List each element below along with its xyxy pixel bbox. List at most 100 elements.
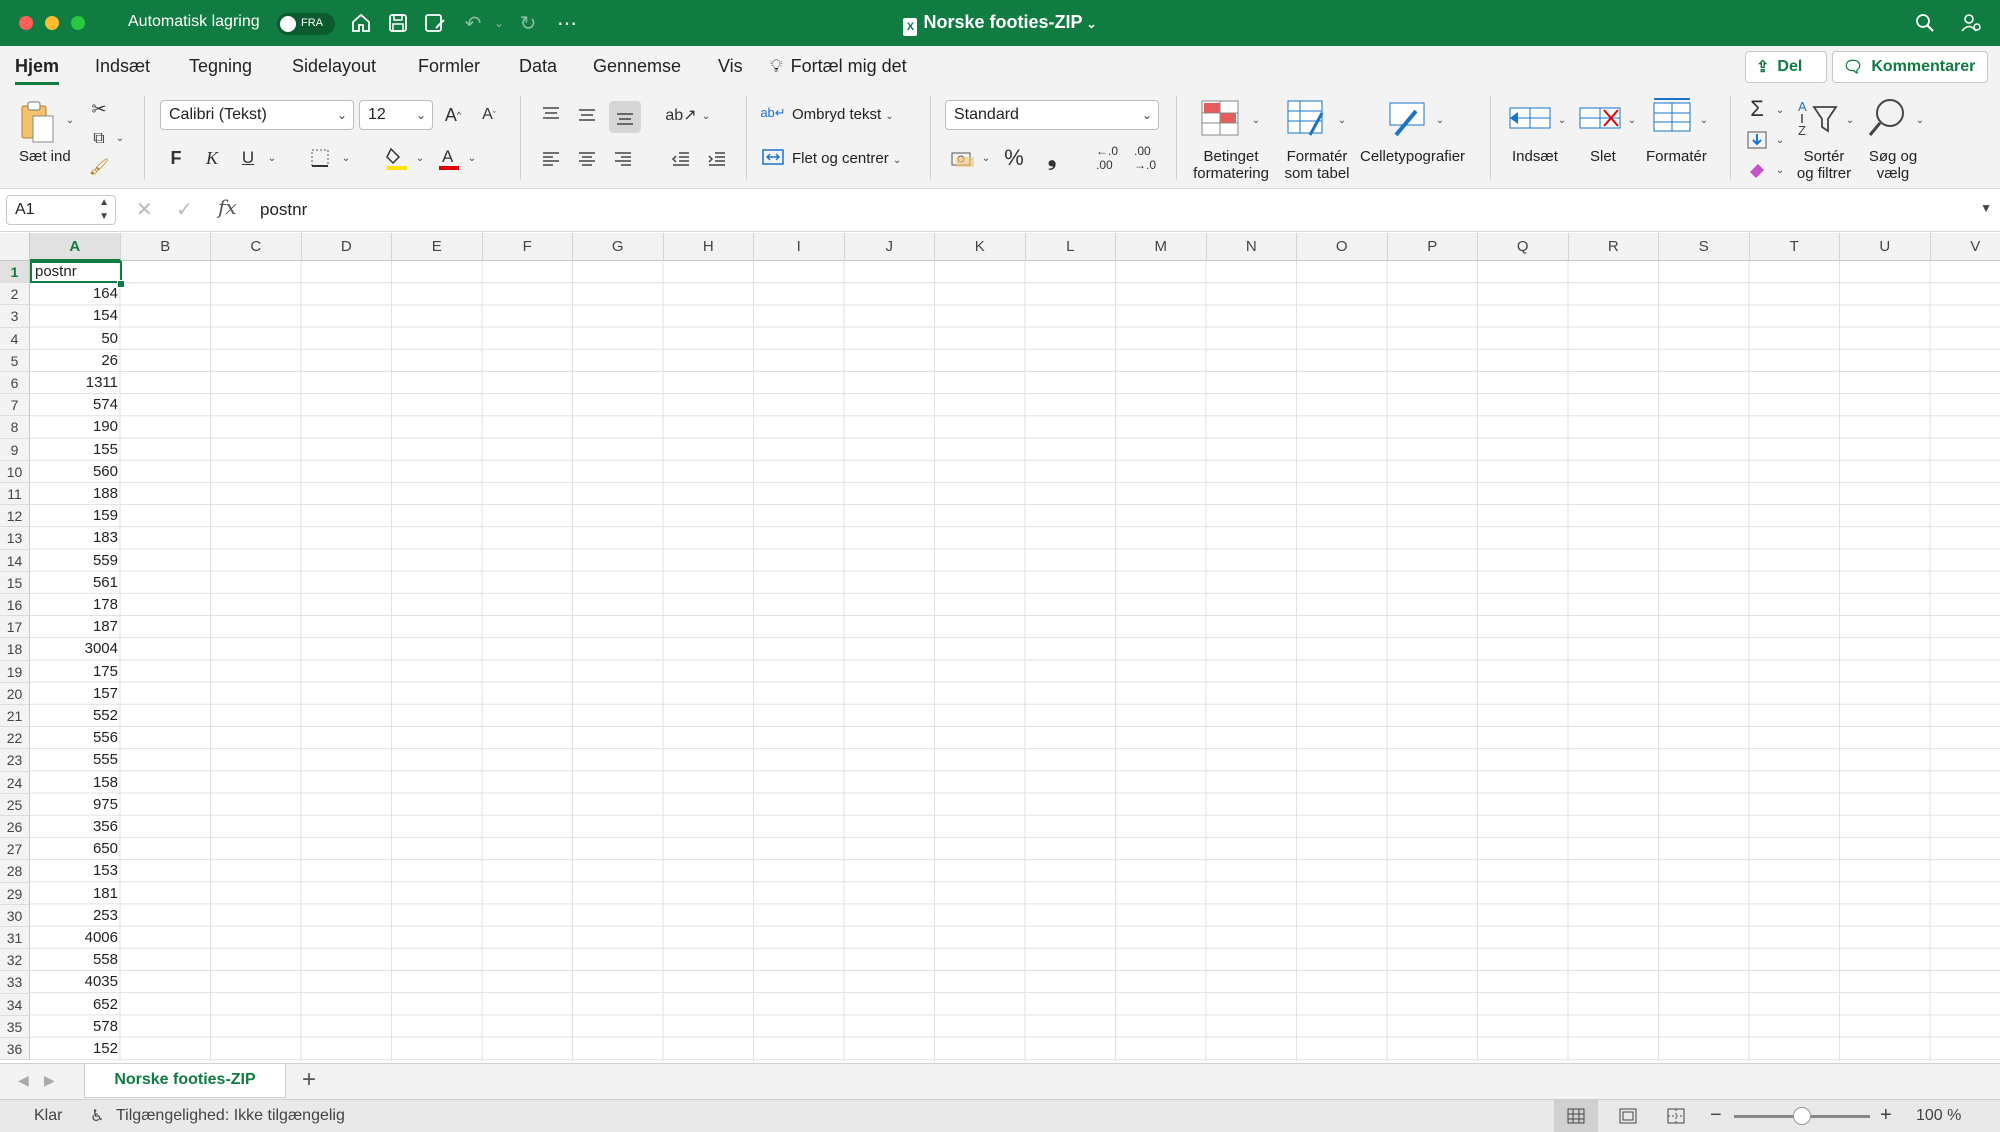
align-right-icon[interactable]: [610, 146, 636, 172]
clear-icon[interactable]: [1744, 158, 1770, 182]
zoom-slider-thumb[interactable]: [1793, 1107, 1811, 1125]
delete-cells-icon[interactable]: [1578, 98, 1622, 138]
bold-button[interactable]: F: [164, 146, 188, 170]
decrease-decimal-icon[interactable]: .00→.0: [1130, 144, 1160, 172]
sort-filter-chevron-icon[interactable]: ⌄: [1844, 114, 1856, 126]
delete-cells-chevron-icon[interactable]: ⌄: [1626, 114, 1638, 126]
minimize-window-button[interactable]: [45, 16, 59, 30]
cell-a11[interactable]: 188: [30, 483, 122, 505]
comments-button[interactable]: 🗨︎Kommentarer: [1832, 51, 1988, 83]
column-header-q[interactable]: Q: [1478, 233, 1569, 261]
row-header-34[interactable]: 34: [0, 994, 30, 1016]
column-header-a[interactable]: A: [30, 233, 121, 261]
row-header-23[interactable]: 23: [0, 749, 30, 771]
column-header-d[interactable]: D: [302, 233, 393, 261]
undo-chevron-icon[interactable]: ⌄: [486, 10, 512, 36]
cell-a24[interactable]: 158: [30, 772, 122, 794]
cell-a10[interactable]: 560: [30, 461, 122, 483]
row-header-35[interactable]: 35: [0, 1016, 30, 1038]
font-color-chevron-icon[interactable]: ⌄: [466, 152, 478, 164]
add-sheet-icon[interactable]: +: [302, 1066, 316, 1094]
format-cells-label[interactable]: Formatér: [1646, 148, 1707, 165]
row-header-30[interactable]: 30: [0, 905, 30, 927]
cell-a28[interactable]: 153: [30, 860, 122, 882]
cell-a7[interactable]: 574: [30, 394, 122, 416]
save-icon[interactable]: [385, 10, 411, 36]
row-header-21[interactable]: 21: [0, 705, 30, 727]
align-center-icon[interactable]: [574, 146, 600, 172]
column-header-e[interactable]: E: [392, 233, 483, 261]
delete-cells-label[interactable]: Slet: [1590, 148, 1616, 165]
row-header-29[interactable]: 29: [0, 883, 30, 905]
accounting-chevron-icon[interactable]: ⌄: [980, 152, 992, 164]
fill-color-chevron-icon[interactable]: ⌄: [414, 152, 426, 164]
cell-a14[interactable]: 559: [30, 550, 122, 572]
conditional-formatting-icon[interactable]: [1200, 98, 1240, 138]
autosum-icon[interactable]: Σ: [1744, 96, 1770, 122]
increase-indent-icon[interactable]: [704, 146, 730, 172]
column-header-r[interactable]: R: [1569, 233, 1660, 261]
insert-function-icon[interactable]: fx: [218, 195, 237, 219]
cell-styles-icon[interactable]: [1386, 98, 1430, 138]
cut-icon[interactable]: ✂: [88, 98, 110, 120]
row-header-14[interactable]: 14: [0, 550, 30, 572]
cell-a2[interactable]: 164: [30, 283, 122, 305]
row-header-22[interactable]: 22: [0, 727, 30, 749]
row-header-3[interactable]: 3: [0, 305, 30, 327]
column-header-g[interactable]: G: [573, 233, 664, 261]
row-header-12[interactable]: 12: [0, 505, 30, 527]
tab-insert[interactable]: Indsæt: [95, 56, 150, 77]
number-format-select[interactable]: Standard⌄: [945, 100, 1159, 130]
tab-data[interactable]: Data: [519, 56, 557, 77]
sheet-tab-active[interactable]: Norske footies-ZIP: [84, 1064, 286, 1098]
column-header-v[interactable]: V: [1931, 233, 2000, 261]
document-title[interactable]: Norske footies-ZIP: [923, 12, 1082, 32]
cell-a34[interactable]: 652: [30, 994, 122, 1016]
row-header-11[interactable]: 11: [0, 483, 30, 505]
cell-a18[interactable]: 3004: [30, 638, 122, 660]
cell-a32[interactable]: 558: [30, 949, 122, 971]
merge-center-button[interactable]: Flet og centrer ⌄: [792, 150, 901, 167]
align-left-icon[interactable]: [538, 146, 564, 172]
find-select-button[interactable]: Søg ogvælg: [1856, 148, 1930, 182]
tab-review[interactable]: Gennemse: [593, 56, 681, 77]
column-header-h[interactable]: H: [664, 233, 755, 261]
row-header-13[interactable]: 13: [0, 527, 30, 549]
format-as-table-icon[interactable]: [1286, 98, 1326, 138]
percent-style-icon[interactable]: %: [1000, 144, 1028, 172]
autosave-toggle[interactable]: FRA: [277, 13, 335, 35]
zoom-in-button[interactable]: +: [1880, 1104, 1892, 1127]
italic-button[interactable]: K: [200, 146, 224, 170]
account-icon[interactable]: [1958, 10, 1984, 36]
cell-a22[interactable]: 556: [30, 727, 122, 749]
row-header-18[interactable]: 18: [0, 638, 30, 660]
tell-me-box[interactable]: 💡︎Fortæl mig det: [770, 56, 907, 77]
cancel-entry-icon[interactable]: ✕: [136, 197, 153, 222]
cell-a9[interactable]: 155: [30, 439, 122, 461]
wrap-text-button[interactable]: Ombryd tekst ⌄: [792, 106, 894, 123]
cell-a5[interactable]: 26: [30, 350, 122, 372]
cell-a31[interactable]: 4006: [30, 927, 122, 949]
paste-chevron-icon[interactable]: ⌄: [64, 114, 76, 126]
column-header-l[interactable]: L: [1026, 233, 1117, 261]
row-header-26[interactable]: 26: [0, 816, 30, 838]
row-header-4[interactable]: 4: [0, 328, 30, 350]
align-bottom-icon[interactable]: [609, 101, 641, 133]
insert-cells-label[interactable]: Indsæt: [1512, 148, 1558, 165]
cell-a29[interactable]: 181: [30, 883, 122, 905]
decrease-font-icon[interactable]: Aˇ: [476, 102, 502, 128]
fill-color-icon[interactable]: [384, 144, 410, 172]
row-header-6[interactable]: 6: [0, 372, 30, 394]
borders-chevron-icon[interactable]: ⌄: [340, 152, 352, 164]
font-color-icon[interactable]: A: [436, 144, 462, 172]
format-cells-chevron-icon[interactable]: ⌄: [1698, 114, 1710, 126]
increase-decimal-icon[interactable]: ←.0.00: [1092, 144, 1122, 172]
conditional-formatting-button[interactable]: Betingetformatering: [1188, 148, 1274, 182]
find-select-icon[interactable]: [1866, 96, 1910, 140]
cell-a33[interactable]: 4035: [30, 971, 122, 993]
cell-a27[interactable]: 650: [30, 838, 122, 860]
insert-cells-icon[interactable]: [1508, 98, 1552, 138]
cell-a35[interactable]: 578: [30, 1016, 122, 1038]
column-header-i[interactable]: I: [754, 233, 845, 261]
cell-a13[interactable]: 183: [30, 527, 122, 549]
